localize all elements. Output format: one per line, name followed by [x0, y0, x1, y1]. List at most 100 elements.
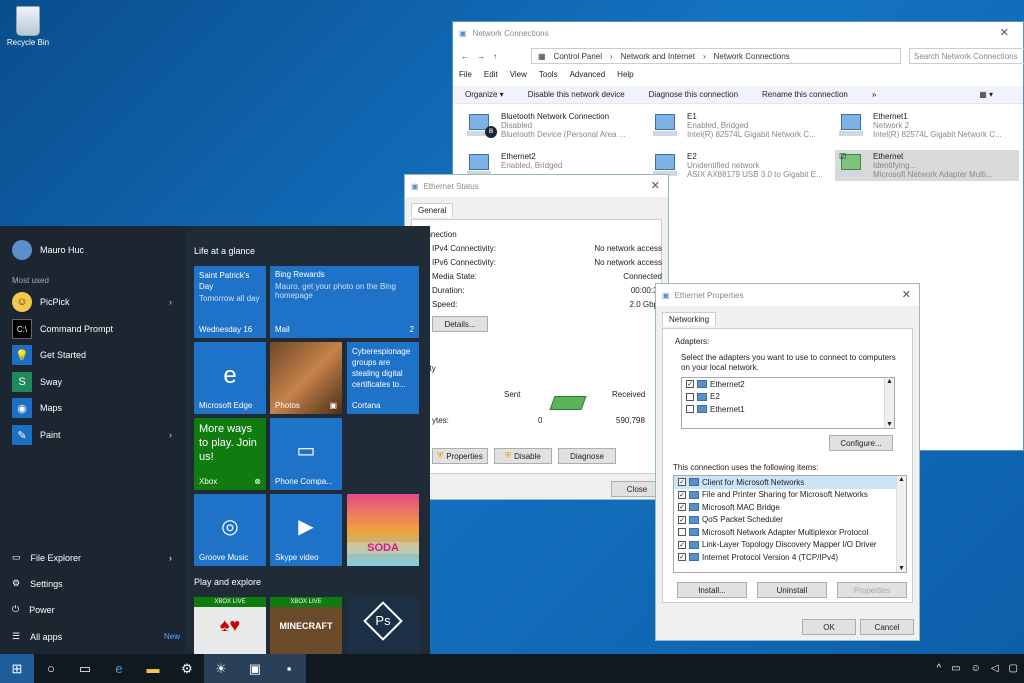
- checkbox[interactable]: ✓: [678, 503, 686, 512]
- chevron-down-icon[interactable]: ▼: [886, 421, 893, 428]
- view-options-icon[interactable]: ▦ ▾: [979, 90, 993, 99]
- configure-button[interactable]: Configure...: [829, 435, 893, 451]
- breadcrumb-control-panel[interactable]: Control Panel: [554, 52, 602, 61]
- adapter-e2[interactable]: E2 Unidentified network ASIX AX88179 USB 3…: [651, 152, 831, 179]
- tile-cortana[interactable]: Cyberespionage groups are stealing digit…: [347, 342, 419, 414]
- power-item[interactable]: ⏻ Power: [12, 604, 172, 615]
- menu-edit[interactable]: Edit: [484, 70, 498, 79]
- item-row[interactable]: Microsoft Network Adapter Multiplexor Pr…: [674, 526, 906, 539]
- adapter-bluetooth[interactable]: ʙ Bluetooth Network Connection Disabled Bl…: [465, 112, 645, 139]
- forward-icon[interactable]: →: [477, 52, 485, 61]
- tile-photos[interactable]: Photos ▣: [270, 342, 342, 414]
- user-account[interactable]: Mauro Huc: [12, 240, 84, 260]
- search-input[interactable]: Search Network Connections: [909, 48, 1024, 64]
- tile-mail[interactable]: Bing Rewards Mauro, get your photo on th…: [270, 266, 419, 338]
- install-button[interactable]: Install...: [677, 582, 747, 598]
- chevron-up-icon[interactable]: ^: [936, 663, 941, 674]
- settings-item[interactable]: ⚙ Settings: [12, 578, 172, 589]
- app-picpick[interactable]: ☺ PicPick ›: [12, 292, 172, 312]
- tile-xbox[interactable]: More ways to play. Join us! Xbox ⊗: [194, 418, 266, 490]
- item-row[interactable]: ✓ File and Printer Sharing for Microsoft …: [674, 489, 906, 502]
- diagnose-button[interactable]: Diagnose: [558, 448, 616, 464]
- item-row[interactable]: ✓ Client for Microsoft Networks: [674, 476, 906, 489]
- item-row[interactable]: ✓ Microsoft MAC Bridge: [674, 501, 906, 514]
- chevron-up-icon[interactable]: ▲: [886, 378, 893, 385]
- checkbox[interactable]: [686, 392, 694, 401]
- menu-file[interactable]: File: [459, 70, 472, 79]
- tile-photoshop[interactable]: Ps: [347, 597, 419, 654]
- breadcrumb-network-connections[interactable]: Network Connections: [714, 52, 790, 61]
- more-commands-button[interactable]: »: [872, 90, 876, 99]
- task-view-icon[interactable]: ▭: [68, 654, 102, 683]
- chevron-right-icon[interactable]: ›: [169, 430, 172, 440]
- checkbox[interactable]: ✓: [686, 380, 694, 389]
- checkbox[interactable]: [678, 528, 686, 537]
- app-get-started[interactable]: 💡 Get Started: [12, 345, 172, 365]
- file-explorer-item[interactable]: ▭ File Explorer ›: [12, 552, 172, 563]
- checkbox[interactable]: ✓: [678, 490, 686, 499]
- adapter-list-item[interactable]: E2: [682, 391, 894, 404]
- adapter-e1[interactable]: E1 Enabled, Bridged Intel(R) 82574L Gigabi…: [651, 112, 831, 139]
- tile-calendar[interactable]: Saint Patrick's Day Tomorrow all day Wed…: [194, 266, 266, 338]
- menu-view[interactable]: View: [510, 70, 527, 79]
- menu-tools[interactable]: Tools: [539, 70, 558, 79]
- volume-icon[interactable]: ◁: [991, 663, 999, 674]
- disable-device-button[interactable]: Disable this network device: [528, 90, 625, 99]
- scrollbar[interactable]: ▲ ▼: [884, 378, 894, 428]
- close-icon[interactable]: ✕: [651, 179, 660, 192]
- adapter-list-item[interactable]: ✓ Ethernet2: [682, 378, 894, 391]
- diagnose-button[interactable]: Diagnose this connection: [649, 90, 738, 99]
- chevron-right-icon[interactable]: ›: [169, 297, 172, 307]
- organize-button[interactable]: Organize ▾: [465, 90, 504, 99]
- up-icon[interactable]: ↑: [493, 52, 497, 61]
- scrollbar[interactable]: ▲ ▼: [896, 476, 906, 572]
- tile-skype[interactable]: ▶ Skype video: [270, 494, 342, 566]
- network-connections-icon[interactable]: ▣: [238, 654, 272, 683]
- tile-phone-companion[interactable]: ▭ Phone Compa...: [270, 418, 342, 490]
- tile-candy-crush[interactable]: SODA: [347, 494, 419, 566]
- app-paint[interactable]: ✎ Paint ›: [12, 425, 172, 445]
- rename-button[interactable]: Rename this connection: [762, 90, 848, 99]
- menu-help[interactable]: Help: [617, 70, 633, 79]
- tab-networking[interactable]: Networking: [662, 312, 717, 326]
- adapter-ethernet1[interactable]: Ethernet1 Network 2 Intel(R) 82574L Gigabi…: [837, 112, 1017, 139]
- tile-solitaire[interactable]: XBOX LIVE ♠♥: [194, 597, 266, 654]
- checkbox[interactable]: ✓: [678, 540, 686, 549]
- network-status-icon[interactable]: ▭: [951, 663, 960, 674]
- breadcrumb-network-internet[interactable]: Network and Internet: [621, 52, 695, 61]
- tile-minecraft[interactable]: XBOX LIVE MINECRAFT: [270, 597, 342, 654]
- chevron-right-icon[interactable]: ›: [169, 553, 172, 563]
- checkbox[interactable]: ✓: [678, 515, 686, 524]
- command-prompt-icon[interactable]: ▪: [272, 654, 306, 683]
- tab-general[interactable]: General: [411, 203, 454, 217]
- ok-button[interactable]: OK: [802, 619, 856, 635]
- checkbox[interactable]: ✓: [678, 478, 686, 487]
- item-properties-button[interactable]: Properties: [837, 582, 907, 598]
- picpick-tray-icon[interactable]: ☺: [971, 663, 981, 674]
- all-apps-item[interactable]: ☰ All apps New: [12, 631, 180, 642]
- settings-icon[interactable]: ⚙: [170, 654, 204, 683]
- back-icon[interactable]: ←: [461, 52, 469, 61]
- edge-icon[interactable]: e: [102, 654, 136, 683]
- properties-button[interactable]: ⛨ Properties: [432, 448, 488, 464]
- details-button[interactable]: Details...: [432, 316, 488, 332]
- item-row[interactable]: ✓ Internet Protocol Version 4 (TCP/IPv4): [674, 551, 906, 564]
- cancel-button[interactable]: Cancel: [860, 619, 914, 635]
- file-explorer-icon[interactable]: ▬: [136, 654, 170, 683]
- tile-groove[interactable]: ◎ Groove Music: [194, 494, 266, 566]
- tile-edge[interactable]: e Microsoft Edge: [194, 342, 266, 414]
- checkbox[interactable]: ✓: [678, 553, 686, 562]
- app-maps[interactable]: ◉ Maps: [12, 398, 172, 418]
- close-icon[interactable]: ✕: [1000, 26, 1009, 39]
- recycle-bin[interactable]: Recycle Bin: [6, 6, 50, 47]
- item-row[interactable]: ✓ Link-Layer Topology Discovery Mapper I/…: [674, 539, 906, 552]
- menu-advanced[interactable]: Advanced: [570, 70, 606, 79]
- checkbox[interactable]: [686, 405, 694, 414]
- weather-icon[interactable]: ☀: [204, 654, 238, 683]
- adapter-list-item[interactable]: Ethernet1: [682, 403, 894, 416]
- uninstall-button[interactable]: Uninstall: [757, 582, 827, 598]
- item-row[interactable]: ✓ QoS Packet Scheduler: [674, 514, 906, 527]
- notification-icon[interactable]: ▢: [1009, 663, 1018, 674]
- adapter-ethernet[interactable]: ☑ Ethernet Identifying... Microsoft Networ…: [835, 150, 1019, 181]
- app-sway[interactable]: S Sway: [12, 372, 172, 392]
